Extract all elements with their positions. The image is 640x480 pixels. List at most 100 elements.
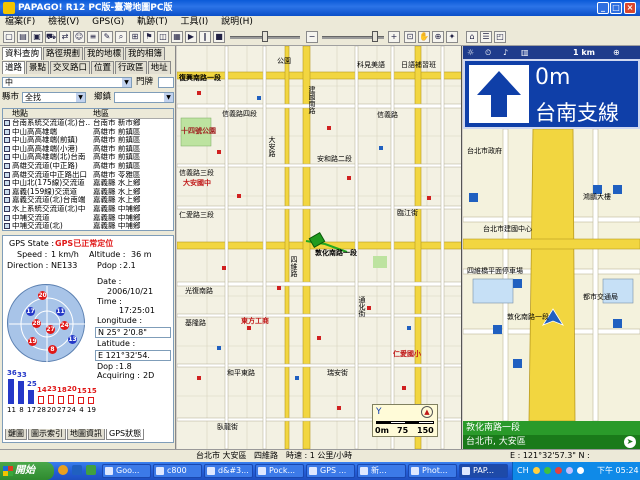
taskbar-task-button[interactable]: 新... — [357, 464, 406, 478]
tab-gps-status[interactable]: GPS狀態 — [106, 429, 145, 440]
tab-route-plan[interactable]: 路徑規劃 — [43, 47, 84, 60]
tab-my-landmarks[interactable]: 我的地標 — [84, 47, 125, 60]
quicklaunch-browser-icon[interactable] — [58, 465, 68, 475]
taskbar-task-button[interactable]: c800 — [153, 464, 202, 478]
tab-icon-index[interactable]: 圖示索引 — [28, 429, 66, 440]
col-header-area[interactable]: 地區 — [93, 109, 167, 119]
table-row[interactable]: 中山高高雄端(前鎮) 高雄市 前鎮區 — [3, 136, 173, 145]
zoom-window-icon[interactable]: ⊡ — [404, 31, 416, 43]
volume-icon[interactable] — [577, 467, 584, 474]
main-map[interactable]: 公園 科見美語 日語補習班 復興南路一段 信義路四段 信義路三段 十四號公園 建… — [177, 46, 462, 449]
menu-view[interactable]: 檢視(V) — [43, 16, 84, 29]
car-icon[interactable]: ⛟ — [45, 31, 57, 43]
menu-tools[interactable]: 工具(I) — [176, 16, 214, 29]
zoom-fit-icon[interactable]: ⊞ — [129, 31, 141, 43]
tab-intersection[interactable]: 交叉路口 — [50, 61, 91, 74]
menu-track[interactable]: 軌跡(T) — [132, 16, 173, 29]
nav-home-icon[interactable]: ⌂ — [466, 31, 478, 43]
quicklaunch-media-icon[interactable] — [86, 465, 96, 475]
minimize-button[interactable]: _ — [597, 2, 609, 14]
tab-poi[interactable]: 景點 — [26, 61, 50, 74]
taskbar-task-button[interactable]: d&#3... — [204, 464, 253, 478]
open-icon[interactable]: ▤ — [17, 31, 29, 43]
table-row[interactable]: 中山高高雄端 高雄市 前鎮區 — [3, 128, 173, 137]
road-icon[interactable]: ≡ — [87, 31, 99, 43]
col-header-place[interactable]: 地點 — [12, 109, 90, 119]
stop-icon[interactable]: ■ — [213, 31, 225, 43]
taskbar-task-button[interactable]: PAP... — [459, 464, 508, 478]
people-icon[interactable]: ☺ — [73, 31, 85, 43]
tray-icon-2[interactable] — [544, 467, 551, 474]
chevron-down-icon[interactable]: ▼ — [122, 78, 131, 87]
result-list[interactable]: 地點 地區 台南系統交流道(北)台... 台南市 新市鄉 中山高高雄端 高雄市 前鎮區… — [2, 108, 174, 231]
tab-data-query[interactable]: 資料查詢 — [2, 47, 43, 60]
table-row[interactable]: 中埔交流道 嘉義縣 中埔鄉 — [3, 214, 173, 223]
quicklaunch-desktop-icon[interactable] — [72, 465, 82, 475]
table-row[interactable]: 高雄交流道(中正路) 高雄市 前鎮區 — [3, 162, 173, 171]
search-icon[interactable]: ⌕ — [115, 31, 127, 43]
taskbar-task-button[interactable]: Phot... — [408, 464, 457, 478]
taskbar-task-button[interactable]: Pock... — [255, 464, 304, 478]
tab-road[interactable]: 道路 — [2, 61, 26, 74]
nav-zoom-icon[interactable]: ⊕ — [613, 46, 620, 59]
zoom-slider-knob[interactable] — [372, 31, 378, 42]
county-select[interactable]: 全找 ▼ — [22, 92, 86, 103]
zoom-tool-icon[interactable]: ⊕ — [432, 31, 444, 43]
flag-icon[interactable]: ⚑ — [143, 31, 155, 43]
layers-icon[interactable]: ◫ — [157, 31, 169, 43]
zoom-out-icon[interactable]: − — [306, 31, 318, 43]
gate-number-input[interactable] — [158, 77, 174, 88]
close-button[interactable]: × — [624, 2, 636, 14]
chevron-down-icon[interactable]: ▼ — [164, 93, 173, 102]
record-icon[interactable]: ▶ — [185, 31, 197, 43]
nav-fullscreen-icon[interactable]: ◰ — [494, 31, 506, 43]
new-icon[interactable]: ▢ — [3, 31, 15, 43]
tab-location[interactable]: 位置 — [91, 61, 115, 74]
zoom-in-icon[interactable]: + — [388, 31, 400, 43]
map-icon[interactable]: ▦ — [171, 31, 183, 43]
clock[interactable]: 下午 05:24 — [597, 462, 639, 480]
table-row[interactable]: 水上系統交流道(北)中 嘉義縣 中埔鄉 — [3, 205, 173, 214]
maximize-button[interactable]: □ — [610, 2, 622, 14]
tab-district[interactable]: 行政區 — [115, 61, 147, 74]
tray-icon-1[interactable] — [533, 467, 540, 474]
table-row[interactable]: 中埔交流道(北) 嘉義縣 中埔鄉 — [3, 222, 173, 230]
table-row[interactable]: 中山高高雄端(北)台南 高雄市 前鎮區 — [3, 153, 173, 162]
clock-icon[interactable]: ⏲ — [485, 46, 491, 59]
tab-my-album[interactable]: 我的相簿 — [125, 47, 166, 60]
table-row[interactable]: 嘉義(159線)交流道 嘉義縣 水上鄉 — [3, 188, 173, 197]
taskbar-task-button[interactable]: GPS ... — [306, 464, 355, 478]
compass-north-icon[interactable]: ▲ — [421, 406, 433, 418]
road-name-combo[interactable]: 中 ▼ — [2, 77, 132, 88]
title-bar[interactable]: PAPAGO! R12 PC版-臺灣地圖PC版 _ □ × — [0, 0, 640, 16]
start-button[interactable]: 開始 — [0, 462, 54, 480]
playback-slider-knob[interactable] — [262, 31, 268, 42]
table-row[interactable]: 台南系統交流道(北)台... 台南市 新市鄉 — [3, 119, 173, 128]
tab-map-info[interactable]: 地圖資訊 — [67, 429, 105, 440]
gps-antenna-icon[interactable]: ☼ — [467, 46, 474, 59]
route-icon[interactable]: ⇄ — [59, 31, 71, 43]
layer-icon[interactable]: ▥ — [521, 46, 529, 59]
township-select[interactable]: ▼ — [114, 92, 174, 103]
compass-icon[interactable]: ✦ — [446, 31, 458, 43]
pause-icon[interactable]: ∥ — [199, 31, 211, 43]
nav-menu-icon[interactable]: ☰ — [480, 31, 492, 43]
table-row[interactable]: 中山高高雄端(小港) 高雄市 前鎮區 — [3, 145, 173, 154]
menu-file[interactable]: 檔案(F) — [0, 16, 40, 29]
table-row[interactable]: 中山北(175線)交流道 嘉義縣 水上鄉 — [3, 179, 173, 188]
table-row[interactable]: 高雄交流道中正路出口 高雄市 苓雅區 — [3, 171, 173, 180]
print-icon[interactable]: ▣ — [31, 31, 43, 43]
tray-icon-3[interactable] — [555, 467, 562, 474]
mute-icon[interactable]: ♪ — [503, 46, 508, 59]
menu-help[interactable]: 說明(H) — [216, 16, 258, 29]
tray-icon-4[interactable] — [566, 467, 573, 474]
chevron-down-icon[interactable]: ▼ — [76, 93, 85, 102]
pan-hand-icon[interactable]: ✋ — [418, 31, 430, 43]
table-row[interactable]: 嘉義交流道(北)台南端 嘉義縣 水上鄉 — [3, 196, 173, 205]
tab-keymap[interactable]: 鍵圖 — [5, 429, 27, 440]
menu-gps[interactable]: GPS(G) — [87, 16, 129, 29]
tab-address[interactable]: 地址 — [147, 61, 171, 74]
compass-dial-icon[interactable]: ➤ — [624, 436, 636, 448]
input-language[interactable]: CH — [517, 462, 529, 480]
bookmark-icon[interactable]: ✎ — [101, 31, 113, 43]
